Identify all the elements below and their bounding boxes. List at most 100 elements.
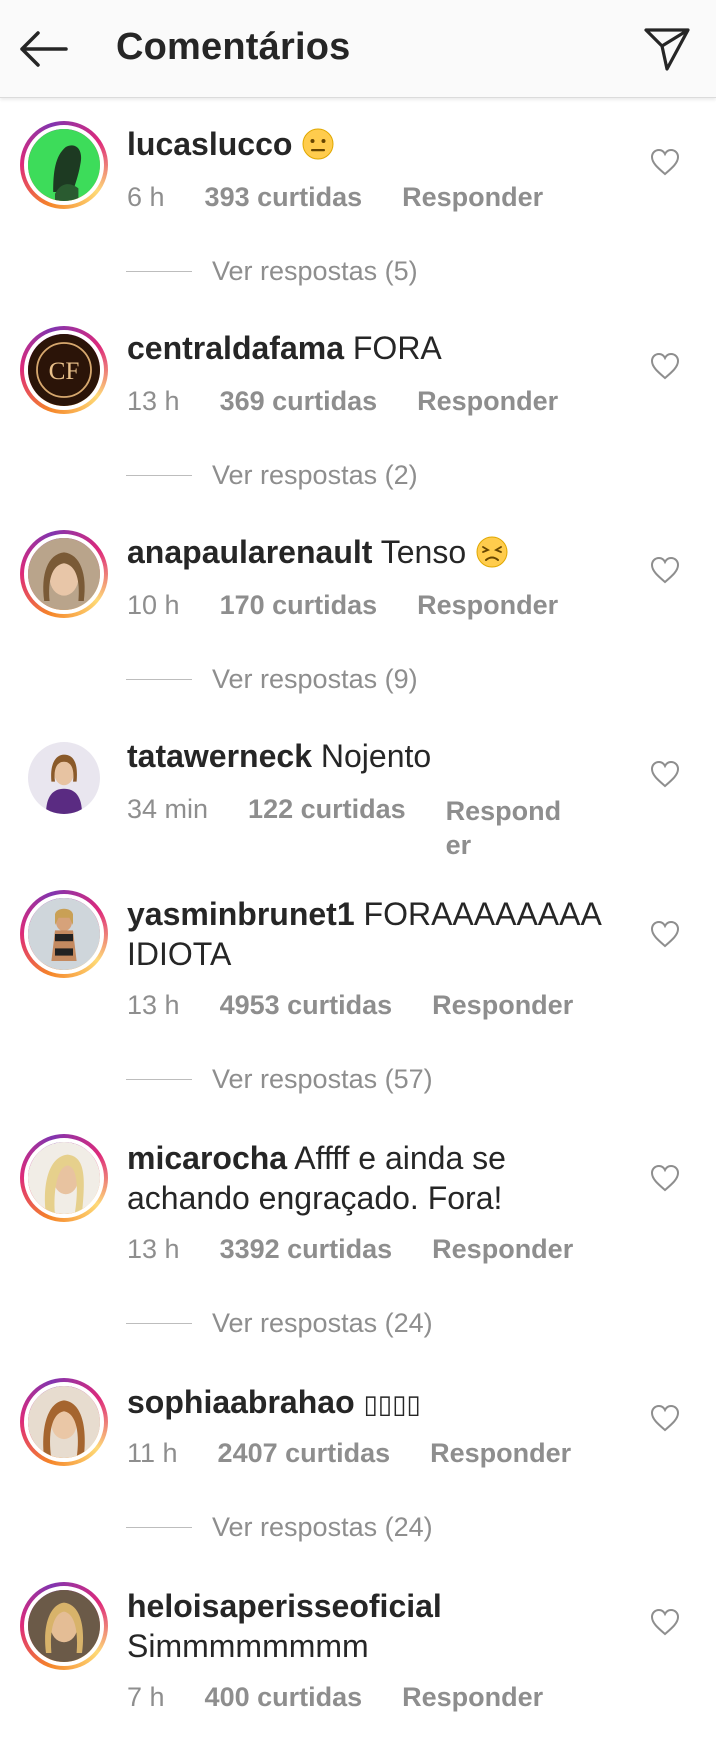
comment-meta: 7 h 400 curtidas Responder: [127, 1682, 543, 1713]
reply-button[interactable]: Responder: [432, 990, 573, 1021]
avatar[interactable]: [20, 121, 108, 209]
comment-text: Simmmmmmmm: [127, 1628, 369, 1664]
avatar-image: [28, 898, 100, 970]
heart-icon[interactable]: [650, 1164, 680, 1192]
paper-plane-icon: [644, 28, 690, 71]
avatar[interactable]: CF: [20, 326, 108, 414]
reply-button[interactable]: Responder: [430, 1438, 571, 1469]
view-replies-button[interactable]: Ver respostas (2): [126, 460, 418, 491]
comment-username[interactable]: heloisaperisseoficial: [127, 1588, 442, 1624]
avatar[interactable]: [20, 890, 108, 978]
comment-likes[interactable]: 393 curtidas: [205, 182, 363, 213]
reply-button[interactable]: Responder: [417, 590, 558, 621]
heart-icon[interactable]: [650, 760, 680, 788]
comment-time: 13 h: [127, 386, 180, 416]
avatar-image: [28, 1142, 100, 1214]
comment-likes[interactable]: 3392 curtidas: [220, 1234, 393, 1265]
avatar-image: [28, 1386, 100, 1458]
neutral-face-icon: [302, 128, 334, 160]
back-button[interactable]: [16, 24, 72, 74]
view-replies-label: Ver respostas (5): [212, 256, 418, 286]
comment-username[interactable]: lucaslucco: [127, 126, 292, 162]
comment-time: 10 h: [127, 590, 180, 620]
heart-icon[interactable]: [650, 1404, 680, 1432]
avatar-image: [28, 742, 100, 814]
divider-line: [126, 1323, 192, 1324]
comment-meta: 34 min 122 curtidas Respond er: [127, 794, 566, 862]
comment-likes[interactable]: 369 curtidas: [220, 386, 378, 417]
comment-likes[interactable]: 122 curtidas: [248, 794, 406, 825]
share-button[interactable]: [640, 24, 694, 74]
avatar[interactable]: [20, 1378, 108, 1466]
comment-meta: 10 h 170 curtidas Responder: [127, 590, 558, 621]
avatar[interactable]: [20, 734, 108, 822]
comment-username[interactable]: micarocha: [127, 1140, 287, 1176]
heart-icon[interactable]: [650, 352, 680, 380]
comment-username[interactable]: tatawerneck: [127, 738, 312, 774]
comment-body: anapaularenault Tenso: [127, 532, 607, 572]
avatar[interactable]: [20, 1134, 108, 1222]
divider-line: [126, 679, 192, 680]
reply-button[interactable]: Responder: [402, 1682, 543, 1713]
comment-username[interactable]: sophiaabrahao: [127, 1384, 355, 1420]
avatar-image: [28, 538, 100, 610]
reply-button[interactable]: Responder: [402, 182, 543, 213]
comment-username[interactable]: yasminbrunet1: [127, 896, 355, 932]
comment-text: FORA: [352, 330, 442, 366]
comment-meta: 13 h 3392 curtidas Responder: [127, 1234, 573, 1265]
comment-text: ▯▯▯▯: [363, 1389, 421, 1419]
heart-icon[interactable]: [650, 1608, 680, 1636]
comment-time: 13 h: [127, 990, 180, 1020]
comment-likes[interactable]: 4953 curtidas: [220, 990, 393, 1021]
divider-line: [126, 475, 192, 476]
view-replies-label: Ver respostas (2): [212, 460, 418, 490]
comment-body: tatawerneck Nojento: [127, 736, 607, 776]
comment-time: 13 h: [127, 1234, 180, 1264]
comment-time: 6 h: [127, 182, 165, 212]
comment-body: micarocha Affff e ainda se achando engra…: [127, 1138, 607, 1218]
comment-meta: 6 h 393 curtidas Responder: [127, 182, 543, 213]
comment-likes[interactable]: 400 curtidas: [205, 1682, 363, 1713]
divider-line: [126, 1527, 192, 1528]
comment-likes[interactable]: 2407 curtidas: [218, 1438, 391, 1469]
comment-body: heloisaperisseoficial Simmmmmmmm: [127, 1586, 607, 1666]
view-replies-label: Ver respostas (24): [212, 1512, 433, 1542]
view-replies-label: Ver respostas (24): [212, 1308, 433, 1338]
view-replies-button[interactable]: Ver respostas (9): [126, 664, 418, 695]
reply-button[interactable]: Responder: [432, 1234, 573, 1265]
comment-text: Nojento: [320, 738, 432, 774]
page-title: Comentários: [116, 26, 351, 68]
comment-username[interactable]: anapaularenault: [127, 534, 372, 570]
comment-text: Tenso: [380, 534, 467, 570]
svg-text:CF: CF: [49, 358, 80, 385]
view-replies-label: Ver respostas (57): [212, 1064, 433, 1094]
view-replies-button[interactable]: Ver respostas (5): [126, 256, 418, 287]
view-replies-button[interactable]: Ver respostas (24): [126, 1308, 433, 1339]
heart-icon[interactable]: [650, 556, 680, 584]
comment-likes[interactable]: 170 curtidas: [220, 590, 378, 621]
avatar-image: CF: [28, 334, 100, 406]
view-replies-button[interactable]: Ver respostas (24): [126, 1512, 433, 1543]
avatar[interactable]: [20, 530, 108, 618]
heart-icon[interactable]: [650, 148, 680, 176]
reply-button[interactable]: Responder: [417, 386, 558, 417]
avatar[interactable]: [20, 1582, 108, 1670]
comment-meta: 13 h 369 curtidas Responder: [127, 386, 558, 417]
comment-time: 34 min: [127, 794, 209, 824]
comment-body: yasminbrunet1 FORAAAAAAAA IDIOTA: [127, 894, 607, 974]
comment-body: lucaslucco: [127, 124, 607, 164]
view-replies-button[interactable]: Ver respostas (57): [126, 1064, 433, 1095]
comment-time: 11 h: [127, 1438, 178, 1468]
comment-body: sophiaabrahao ▯▯▯▯: [127, 1382, 607, 1424]
comment-meta: 13 h 4953 curtidas Responder: [127, 990, 573, 1021]
arrow-left-icon: [20, 31, 68, 67]
comment-time: 7 h: [127, 1682, 165, 1712]
avatar-image: [28, 129, 100, 201]
reply-button[interactable]: Respond er: [446, 794, 566, 862]
heart-icon[interactable]: [650, 920, 680, 948]
view-replies-label: Ver respostas (9): [212, 664, 418, 694]
avatar-image: [28, 1590, 100, 1662]
comment-username[interactable]: centraldafama: [127, 330, 344, 366]
comment-meta: 11 h 2407 curtidas Responder: [127, 1438, 571, 1469]
persevering-face-icon: [476, 536, 508, 568]
